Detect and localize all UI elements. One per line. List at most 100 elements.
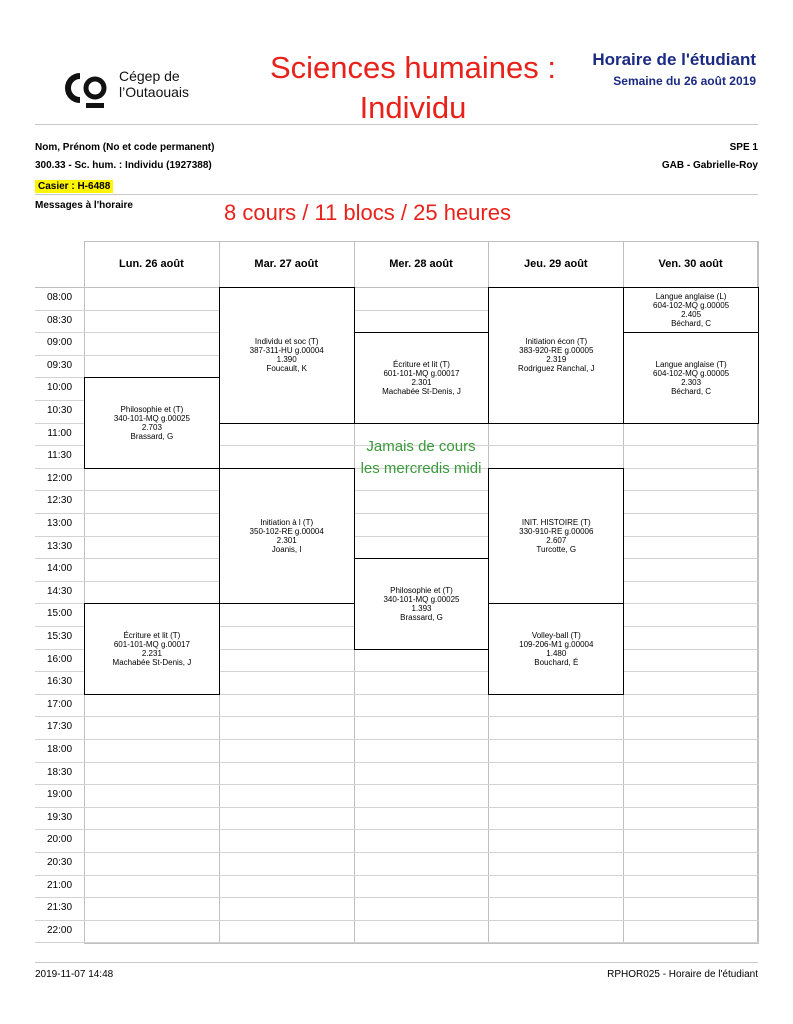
course-text: Initiation à l (T) bbox=[260, 518, 314, 528]
time-label: 17:00 bbox=[46, 698, 73, 710]
time-row-line bbox=[35, 535, 759, 537]
time-label: 21:00 bbox=[46, 879, 73, 891]
time-label: 14:00 bbox=[46, 563, 73, 575]
time-label: 10:00 bbox=[46, 382, 73, 394]
course-text: Langue anglaise (T) bbox=[655, 359, 727, 369]
course-text: Machabée St-Denis, J bbox=[382, 386, 461, 396]
time-label: 10:30 bbox=[46, 405, 73, 416]
course-text: 383-920-RE g.00005 bbox=[519, 346, 594, 356]
time-row-line bbox=[35, 829, 759, 831]
time-row-line bbox=[35, 490, 759, 492]
time-label: 08:00 bbox=[46, 292, 73, 303]
day-header: Mar. 27 août bbox=[254, 258, 318, 270]
course-block[interactable]: Philosophie et (T) 340-101-MQ g.00025 1.39… bbox=[353, 558, 490, 650]
course-text: Rodriguez Ranchal, J bbox=[518, 364, 595, 374]
course-text: 2.319 bbox=[546, 355, 567, 365]
day-header: Lun. 26 août bbox=[119, 258, 184, 270]
day-header: Mer. 28 août bbox=[389, 258, 453, 270]
course-text: Philosophie et (T) bbox=[390, 585, 453, 595]
time-row-line bbox=[35, 513, 759, 514]
time-label: 20:30 bbox=[46, 857, 73, 868]
print-timestamp: 2019-11-07 14:48 bbox=[35, 969, 114, 980]
time-row-line bbox=[35, 897, 759, 899]
time-label: 19:00 bbox=[46, 789, 73, 801]
course-text: INIT. HISTOIRE (T) bbox=[521, 518, 591, 528]
course-text: Joanis, I bbox=[271, 545, 302, 555]
time-label: 21:30 bbox=[46, 902, 73, 914]
time-label: 11:00 bbox=[47, 427, 72, 439]
course-text: Initiation écon (T) bbox=[525, 337, 588, 347]
course-text: 2.405 bbox=[681, 310, 702, 320]
schedule-title: Horaire de l'étudiant bbox=[592, 50, 756, 69]
divider bbox=[35, 962, 758, 963]
course-block[interactable]: Initiation écon (T) 383-920-RE g.00005 2.3… bbox=[488, 287, 625, 424]
time-label: 12:30 bbox=[46, 495, 73, 507]
time-row-line bbox=[35, 852, 759, 853]
schedule-header: Horaire de l'étudiant Semaine du 26 août… bbox=[592, 50, 756, 88]
time-row-line bbox=[35, 739, 759, 740]
schedule-grid: Lun. 26 août Mar. 27 août Mer. 28 août Jeu.… bbox=[35, 241, 759, 944]
course-text: Philosophie et (T) bbox=[120, 405, 184, 415]
course-text: Écriture et lit (T) bbox=[123, 631, 181, 641]
course-text: Volley-ball (T) bbox=[531, 631, 581, 641]
time-label: 09:00 bbox=[46, 337, 73, 349]
course-block[interactable]: Écriture et lit (T) 601-101-MQ g.00017 2.2… bbox=[84, 603, 220, 695]
course-text: 2.301 bbox=[411, 377, 432, 387]
cegep-logo: Cégep de l’Outaouais bbox=[62, 66, 242, 110]
course-text: 387-311-HU g.00004 bbox=[249, 346, 324, 356]
course-text: 604-102-MQ g.00005 bbox=[653, 368, 730, 378]
time-label: 17:30 bbox=[46, 721, 73, 733]
course-block[interactable]: Initiation à l (T) 350-102-RE g.00004 2.30… bbox=[218, 467, 355, 605]
course-text: 2.703 bbox=[141, 423, 162, 433]
course-text: 2.301 bbox=[276, 536, 297, 546]
course-block[interactable]: Philosophie et (T) 340-101-MQ g.00025 2.70… bbox=[84, 377, 220, 469]
time-row-line bbox=[35, 761, 759, 763]
course-text: 601-101-MQ g.00017 bbox=[113, 640, 190, 650]
time-label: 16:30 bbox=[46, 676, 73, 688]
name-label: Nom, Prénom (No et code permanent) bbox=[35, 142, 215, 153]
course-text: 350-102-RE g.00004 bbox=[249, 527, 324, 537]
column-divider bbox=[84, 241, 85, 944]
course-text: Écriture et lit (T) bbox=[393, 359, 450, 369]
course-text: 601-101-MQ g.00017 bbox=[383, 368, 460, 378]
time-label: 16:00 bbox=[46, 653, 73, 665]
course-text: 340-101-MQ g.00025 bbox=[113, 414, 190, 424]
course-text: Turcotte, G bbox=[536, 545, 577, 555]
course-block[interactable]: INIT. HISTOIRE (T) 330-910-RE g.00006 2.60… bbox=[488, 467, 625, 605]
course-text: 340-101-MQ g.00025 bbox=[383, 594, 460, 604]
course-text: 1.480 bbox=[546, 649, 567, 659]
time-row-line bbox=[35, 919, 759, 921]
course-text: Béchard, C bbox=[671, 386, 712, 396]
course-block[interactable]: Écriture et lit (T) 601-101-MQ g.00017 2.3… bbox=[353, 332, 490, 424]
course-text: 2.303 bbox=[681, 377, 702, 387]
wednesday-note: Jamais de cours les mercredis midi bbox=[360, 438, 482, 477]
course-block[interactable]: Individu et soc (T) 387-311-HU g.00004 1.3… bbox=[218, 287, 355, 424]
time-label: 18:30 bbox=[46, 766, 73, 778]
course-text: Brassard, G bbox=[130, 432, 174, 442]
cegep-logo-icon bbox=[65, 73, 107, 108]
time-label: 15:30 bbox=[46, 631, 73, 642]
group-code: SPE 1 bbox=[729, 142, 758, 153]
day-header: Jeu. 29 août bbox=[524, 258, 588, 270]
time-row-line bbox=[35, 784, 759, 786]
course-block[interactable]: Langue anglaise (T) 604-102-MQ g.00005 2.3… bbox=[623, 332, 759, 424]
course-text: Langue anglaise (L) bbox=[655, 292, 727, 302]
divider bbox=[35, 194, 758, 195]
course-text: 1.393 bbox=[411, 603, 432, 613]
course-text: Individu et soc (T) bbox=[254, 337, 319, 347]
time-label: 15:00 bbox=[46, 608, 73, 620]
course-block[interactable]: Langue anglaise (L) 604-102-MQ g.00005 2.4… bbox=[623, 287, 759, 334]
time-label: 11:30 bbox=[47, 450, 72, 462]
time-label: 13:00 bbox=[46, 518, 73, 529]
time-label: 22:00 bbox=[46, 924, 73, 936]
course-text: Bouchard, É bbox=[534, 658, 579, 668]
program-title-line-2: Individu bbox=[359, 90, 467, 125]
time-label: 09:30 bbox=[46, 359, 73, 371]
course-text: 604-102-MQ g.00005 bbox=[653, 301, 730, 311]
schedule-week: Semaine du 26 août 2019 bbox=[613, 74, 756, 88]
time-label: 19:30 bbox=[46, 811, 73, 823]
time-label: 08:30 bbox=[46, 314, 73, 326]
program-title-line-1: Sciences humaines : bbox=[269, 50, 557, 85]
time-row-line bbox=[35, 874, 759, 876]
course-block[interactable]: Volley-ball (T) 109-206-M1 g.00004 1.480 Bo… bbox=[488, 603, 625, 695]
